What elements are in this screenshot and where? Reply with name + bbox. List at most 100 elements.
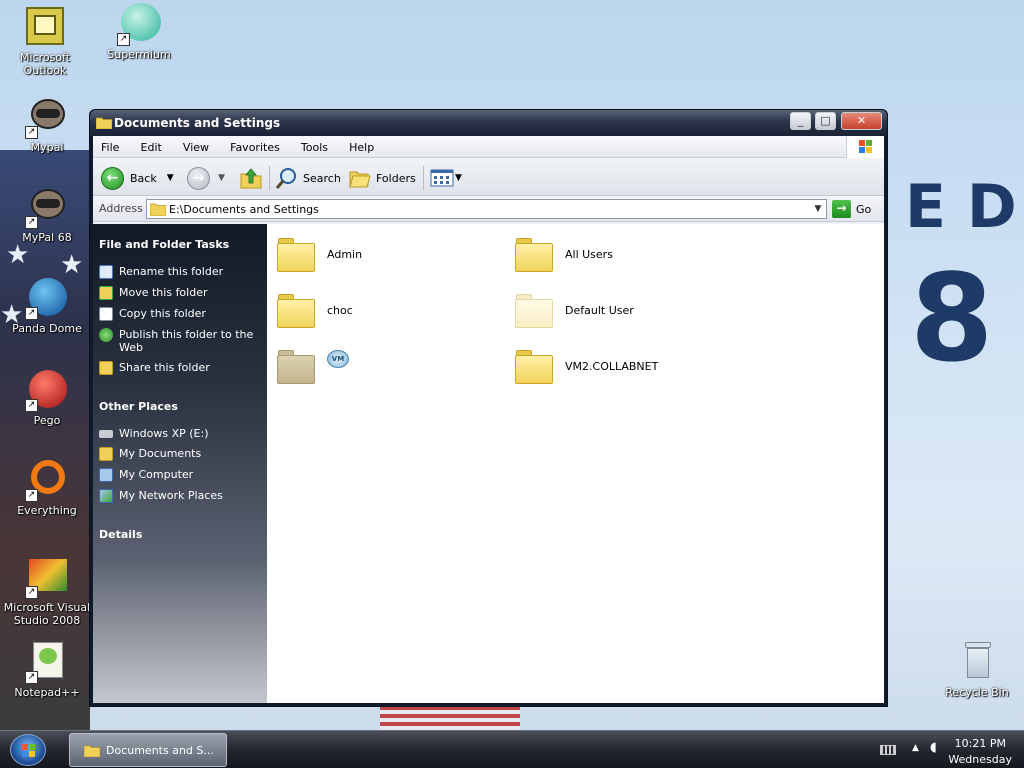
up-folder-button[interactable]: [239, 166, 263, 190]
menu-favorites[interactable]: Favorites: [222, 137, 288, 154]
folder-default-user[interactable]: Default User: [515, 292, 634, 328]
menu-file[interactable]: File: [93, 137, 127, 154]
task-pane: File and Folder Tasks Rename this folder…: [93, 224, 267, 703]
task-label: Share this folder: [119, 361, 210, 374]
folder-name: Default User: [565, 303, 634, 317]
desktop-icon-notepadpp[interactable]: ↗ Notepad++: [2, 640, 92, 699]
menu-edit[interactable]: Edit: [133, 137, 170, 154]
details-header[interactable]: Details: [99, 528, 261, 541]
wallpaper-star: ★: [6, 240, 30, 270]
notepadpp-icon: ↗: [25, 640, 69, 684]
forward-button[interactable]: → ▼: [187, 166, 225, 190]
explorer-window[interactable]: Documents and Settings _ □ ✕ File Edit V…: [89, 109, 888, 707]
desktop-icon-mypal[interactable]: ↗ Mypal: [2, 95, 92, 154]
network-icon: [99, 489, 113, 503]
desktop-icon-everything[interactable]: ↗ Everything: [2, 458, 92, 517]
desktop-icon-mypal68[interactable]: ↗ MyPal 68: [2, 185, 92, 244]
task-rename-folder[interactable]: Rename this folder: [99, 265, 261, 279]
address-input[interactable]: E:\Documents and Settings ▼: [146, 199, 827, 219]
folder-icon: [277, 292, 315, 328]
task-label: Move this folder: [119, 286, 208, 299]
clock-day[interactable]: Wednesday: [948, 753, 1012, 766]
outlook-icon: [23, 5, 67, 49]
folder-icon: [150, 203, 166, 216]
folder-all-users[interactable]: All Users: [515, 236, 613, 272]
folder-admin[interactable]: Admin: [277, 236, 362, 272]
shortcut-arrow-icon: ↗: [25, 126, 38, 139]
minimize-button[interactable]: _: [790, 112, 811, 130]
folder-icon: [515, 236, 553, 272]
go-button[interactable]: → Go: [832, 199, 871, 219]
start-button[interactable]: [10, 734, 46, 766]
raccoon-icon: ↗: [25, 95, 69, 139]
place-my-documents[interactable]: My Documents: [99, 447, 261, 461]
everything-icon: ↗: [25, 458, 69, 502]
my-documents-icon: [99, 447, 113, 461]
folder-vm-profile[interactable]: VM: [277, 348, 361, 384]
shortcut-arrow-icon: ↗: [25, 216, 38, 229]
place-my-network-places[interactable]: My Network Places: [99, 489, 261, 503]
taskbar-button-documents-and-settings[interactable]: Documents and S...: [69, 733, 227, 767]
task-move-folder[interactable]: Move this folder: [99, 286, 261, 300]
back-button[interactable]: ← Back ▼: [101, 166, 174, 190]
close-button[interactable]: ✕: [841, 112, 882, 130]
desktop-icon-label: Recycle Bin: [945, 686, 1009, 699]
folders-label: Folders: [376, 171, 416, 185]
task-label: Publish this folder to the Web: [119, 328, 254, 354]
my-computer-icon: [99, 468, 113, 482]
toolbar-separator: [269, 166, 270, 190]
desktop-icon-pego[interactable]: ↗ Pego: [2, 368, 92, 427]
desktop-icon-label: Mypal: [30, 141, 64, 154]
volume-icon[interactable]: ◖: [930, 740, 937, 755]
address-dropdown-icon[interactable]: ▼: [810, 200, 826, 218]
visual-studio-icon: ↗: [25, 555, 69, 599]
go-arrow-icon: →: [832, 200, 851, 218]
globe-icon: [99, 328, 113, 342]
chevron-down-icon[interactable]: ▼: [218, 173, 225, 183]
desktop-icon-panda-dome[interactable]: ↗ Panda Dome: [2, 276, 92, 335]
address-value: E:\Documents and Settings: [169, 203, 319, 216]
forward-arrow-icon: →: [187, 166, 210, 190]
show-hidden-icons-icon[interactable]: ▲: [912, 743, 919, 753]
folder-icon: [84, 745, 100, 757]
folder-choc[interactable]: choc: [277, 292, 353, 328]
drive-icon: [99, 430, 113, 438]
place-label: My Computer: [119, 468, 194, 481]
folder-icon: [277, 348, 315, 384]
toolbar: ← Back ▼ → ▼ Search Folders ▼: [93, 158, 884, 196]
desktop-icon-outlook[interactable]: Microsoft Outlook: [0, 5, 90, 77]
other-places-header[interactable]: Other Places: [99, 400, 261, 413]
desktop-icon-label: Microsoft Outlook: [19, 51, 71, 77]
folder-name: VM2.COLLABNET: [565, 359, 659, 373]
folders-button[interactable]: Folders: [348, 166, 416, 190]
desktop-icon-supermium[interactable]: ↗ Supermium: [94, 2, 184, 61]
task-publish-folder[interactable]: Publish this folder to the Web: [99, 328, 261, 354]
task-share-folder[interactable]: Share this folder: [99, 361, 261, 375]
folder-vm2-collabnet[interactable]: VM2.COLLABNET: [515, 348, 658, 384]
views-button[interactable]: ▼: [430, 166, 462, 190]
title-bar[interactable]: Documents and Settings _ □ ✕: [90, 110, 887, 136]
desktop-icon-visual-studio[interactable]: ↗ Microsoft Visual Studio 2008: [2, 555, 92, 627]
menu-tools[interactable]: Tools: [293, 137, 336, 154]
search-button[interactable]: Search: [275, 166, 341, 190]
file-folder-tasks-header[interactable]: File and Folder Tasks: [99, 238, 261, 251]
desktop-icon-recycle-bin[interactable]: Recycle Bin: [932, 640, 1022, 699]
folder-name: Admin: [327, 247, 363, 261]
maximize-button[interactable]: □: [815, 112, 836, 130]
desktop-icon-label: Everything: [17, 504, 77, 517]
keyboard-icon[interactable]: [880, 745, 896, 755]
supermium-icon: ↗: [117, 2, 161, 46]
task-copy-folder[interactable]: Copy this folder: [99, 307, 261, 321]
menu-help[interactable]: Help: [341, 137, 382, 154]
clock-time[interactable]: 10:21 PM: [955, 737, 1006, 750]
taskbar-button-label: Documents and S...: [106, 743, 214, 757]
chevron-down-icon[interactable]: ▼: [167, 173, 174, 183]
place-my-computer[interactable]: My Computer: [99, 468, 261, 482]
address-label: Address: [99, 202, 143, 215]
desktop-icon-label: Panda Dome: [12, 322, 82, 335]
folder-icon: [277, 236, 315, 272]
menu-view[interactable]: View: [175, 137, 217, 154]
copy-icon: [99, 307, 113, 321]
system-tray: ▲ ◖ 10:21 PM Wednesday: [876, 735, 1024, 767]
place-windows-xp-drive[interactable]: Windows XP (E:): [99, 427, 261, 440]
